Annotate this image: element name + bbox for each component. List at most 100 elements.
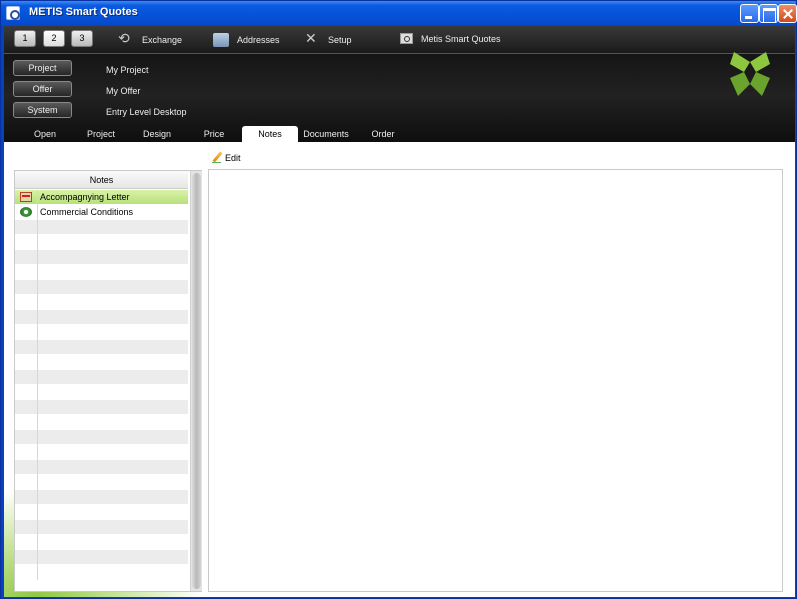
tab-price[interactable]: Price (202, 129, 226, 143)
tab-design[interactable]: Design (142, 129, 172, 143)
exchange-button[interactable]: Exchange (118, 30, 183, 47)
toolbar: 1 2 3 Exchange Addresses Setup Metis Sma… (4, 26, 795, 54)
setup-label: Setup (328, 35, 352, 45)
column-separator (37, 250, 38, 265)
tab-open[interactable]: Open (32, 129, 58, 143)
empty-row (15, 265, 188, 280)
column-separator (37, 475, 38, 490)
page-1-button[interactable]: 1 (14, 30, 36, 47)
column-separator (37, 535, 38, 550)
empty-row (15, 565, 188, 580)
title-bar[interactable]: METIS Smart Quotes (1, 1, 797, 26)
tab-order[interactable]: Order (370, 129, 396, 143)
tab-documents[interactable]: Documents (302, 129, 350, 143)
column-separator (37, 235, 38, 250)
empty-row (15, 400, 188, 415)
column-separator (37, 550, 38, 565)
page-2-button[interactable]: 2 (43, 30, 65, 47)
column-separator (37, 355, 38, 370)
notes-list: Notes Accompagnying Letter Commercial Co… (14, 170, 202, 592)
project-value: My Project (106, 65, 149, 75)
empty-row (15, 385, 188, 400)
window-title: METIS Smart Quotes (29, 6, 138, 18)
notes-scrollbar[interactable] (190, 171, 202, 591)
column-separator (37, 460, 38, 475)
empty-row (15, 310, 188, 325)
exchange-label: Exchange (142, 35, 183, 45)
close-button[interactable] (778, 4, 797, 23)
list-item[interactable]: Accompagnying Letter (15, 190, 188, 205)
pencil-icon (212, 152, 223, 163)
offer-value: My Offer (106, 86, 141, 96)
column-separator (37, 430, 38, 445)
empty-row (15, 340, 188, 355)
column-separator (37, 385, 38, 400)
empty-row (15, 415, 188, 430)
setup-button[interactable]: Setup (304, 30, 352, 47)
column-separator (37, 310, 38, 325)
edit-label: Edit (225, 152, 241, 163)
addresses-icon (213, 33, 229, 47)
setup-icon (304, 30, 320, 47)
letter-icon (20, 192, 32, 202)
offer-button[interactable]: Offer (13, 81, 72, 97)
column-separator (37, 205, 38, 220)
app-header: 1 2 3 Exchange Addresses Setup Metis Sma… (4, 26, 795, 143)
gear-icon (20, 207, 32, 217)
notes-content: Edit Notes Accompagnying Letter Commerci… (4, 142, 795, 597)
empty-row (15, 235, 188, 250)
empty-row (15, 490, 188, 505)
empty-row (15, 505, 188, 520)
column-separator (37, 220, 38, 235)
metis-smart-quotes-button[interactable]: Metis Smart Quotes (400, 33, 501, 44)
empty-row (15, 460, 188, 475)
tab-project[interactable]: Project (84, 129, 118, 143)
empty-row (15, 535, 188, 550)
minimize-button[interactable] (740, 4, 759, 23)
list-item-label: Commercial Conditions (40, 207, 134, 217)
addresses-button[interactable]: Addresses (213, 33, 280, 47)
column-separator (37, 265, 38, 280)
exchange-icon (118, 30, 134, 47)
empty-row (15, 370, 188, 385)
app-window: METIS Smart Quotes 1 2 3 Exchange Addres… (0, 0, 797, 599)
empty-row (15, 250, 188, 265)
addresses-label: Addresses (237, 35, 280, 45)
app-icon[interactable] (6, 6, 20, 20)
page-3-button[interactable]: 3 (71, 30, 93, 47)
list-item-label: Accompagnying Letter (40, 192, 130, 202)
edit-button[interactable]: Edit (212, 152, 241, 163)
notes-rows: Accompagnying Letter Commercial Conditio… (15, 190, 188, 580)
column-separator (37, 400, 38, 415)
metis-logo (730, 52, 770, 96)
column-separator (37, 415, 38, 430)
list-item[interactable]: Commercial Conditions (15, 205, 188, 220)
tab-notes[interactable]: Notes (242, 126, 298, 143)
column-separator (37, 280, 38, 295)
column-separator (37, 505, 38, 520)
note-editor[interactable] (208, 169, 783, 592)
empty-row (15, 550, 188, 565)
column-separator (37, 295, 38, 310)
column-separator (37, 325, 38, 340)
empty-row (15, 445, 188, 460)
column-separator (37, 490, 38, 505)
column-separator (37, 520, 38, 535)
column-separator (37, 370, 38, 385)
column-separator (37, 340, 38, 355)
column-separator (37, 190, 38, 205)
empty-row (15, 475, 188, 490)
empty-row (15, 520, 188, 535)
scroll-thumb[interactable] (192, 173, 201, 589)
empty-row (15, 325, 188, 340)
empty-row (15, 280, 188, 295)
empty-row (15, 355, 188, 370)
maximize-button[interactable] (759, 4, 778, 23)
notes-list-header[interactable]: Notes (15, 171, 188, 189)
column-separator (37, 445, 38, 460)
project-button[interactable]: Project (13, 60, 72, 76)
empty-row (15, 295, 188, 310)
metis-icon (400, 33, 413, 44)
system-value: Entry Level Desktop (106, 107, 187, 117)
system-button[interactable]: System (13, 102, 72, 118)
